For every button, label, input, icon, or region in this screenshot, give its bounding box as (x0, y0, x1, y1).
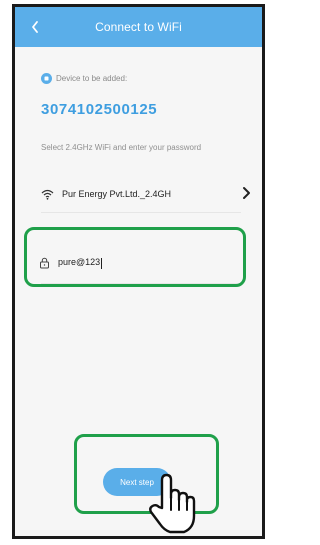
device-label-row: Device to be added: (41, 71, 127, 85)
app-bar: Connect to WiFi (15, 7, 262, 47)
chevron-right-icon (243, 187, 250, 199)
wifi-hint: Select 2.4GHz WiFi and enter your passwo… (41, 143, 202, 152)
wifi-icon (41, 189, 54, 200)
device-id: 3074102500125 (41, 101, 158, 118)
device-dot-icon (41, 72, 52, 84)
next-step-highlight-box (74, 434, 219, 514)
hand-pointer-icon (149, 473, 196, 534)
wifi-divider (41, 212, 241, 213)
page-title: Connect to WiFi (95, 20, 182, 34)
password-highlight-box (24, 227, 246, 287)
wifi-network-name: Pur Energy Pvt.Ltd._2.4GH (62, 189, 172, 199)
wifi-network-selector[interactable]: Pur Energy Pvt.Ltd._2.4GH (41, 183, 251, 205)
device-label: Device to be added: (56, 73, 128, 83)
